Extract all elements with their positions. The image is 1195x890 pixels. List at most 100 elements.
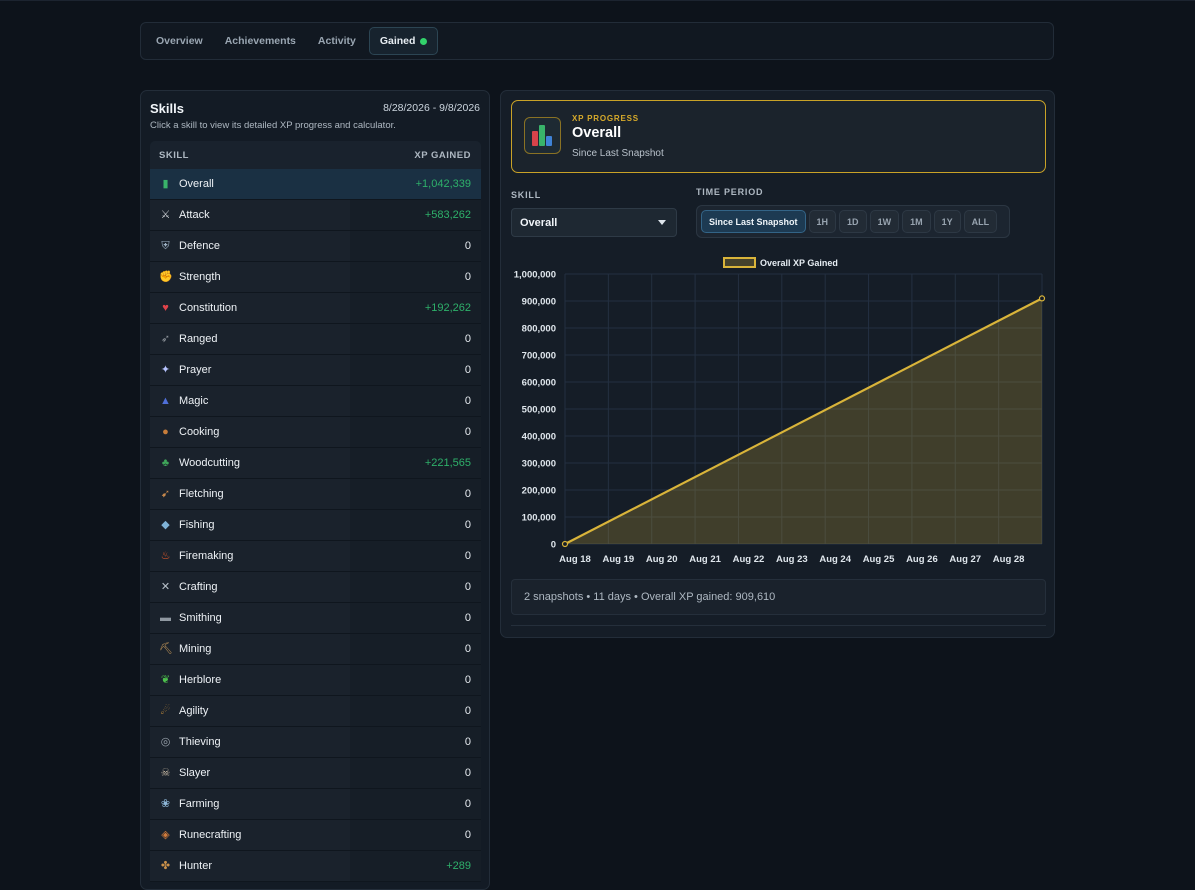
x-tick-label: Aug 26: [906, 554, 938, 565]
column-header-skill: SKILL: [159, 149, 189, 161]
x-tick-label: Aug 21: [689, 554, 721, 565]
skill-row-smithing[interactable]: ▬ Smithing 0: [150, 603, 481, 634]
skill-name: Ranged: [179, 333, 218, 345]
skill-xp-gained: 0: [464, 829, 471, 841]
y-tick-label: 300,000: [522, 459, 556, 470]
skill-name: Overall: [179, 178, 214, 190]
y-tick-label: 0: [551, 540, 556, 551]
skill-name-cell: ◎ Thieving: [159, 736, 221, 749]
xp-kicker: XP PROGRESS: [572, 114, 639, 123]
skill-rows: ▮ Overall +1,042,339 ⚔ Attack +583,262 ⛨ Defenc…: [150, 169, 481, 882]
paw-icon: ✤: [160, 859, 171, 872]
skill-name-cell: ● Cooking: [159, 426, 219, 439]
period-1h-button[interactable]: 1H: [808, 210, 837, 233]
skill-select[interactable]: Overall: [511, 208, 677, 237]
skill-name-cell: ☄ Agility: [159, 704, 209, 718]
skill-name-cell: ✊ Strength: [159, 271, 221, 284]
skills-subtitle: Click a skill to view its detailed XP pr…: [150, 120, 396, 131]
data-point: [561, 540, 569, 548]
skill-row-farming[interactable]: ❀ Farming 0: [150, 789, 481, 820]
skill-row-woodcutting[interactable]: ♣ Woodcutting +221,565: [150, 448, 481, 479]
skill-row-cooking[interactable]: ● Cooking 0: [150, 417, 481, 448]
skill-name-cell: ♥ Constitution: [159, 302, 237, 315]
y-tick-label: 800,000: [522, 324, 556, 335]
skill-name: Strength: [179, 271, 221, 283]
x-tick-label: Aug 20: [646, 554, 678, 565]
skills-title: Skills: [150, 101, 184, 116]
tab-overview[interactable]: Overview: [147, 27, 212, 55]
skill-row-strength[interactable]: ✊ Strength 0: [150, 262, 481, 293]
skill-name-cell: ❦ Herblore: [159, 674, 221, 687]
skill-row-herblore[interactable]: ❦ Herblore 0: [150, 665, 481, 696]
period-all-button[interactable]: ALL: [963, 210, 998, 233]
tab-label: Achievements: [224, 35, 296, 47]
tab-achievements[interactable]: Achievements: [216, 27, 305, 55]
skill-row-mining[interactable]: ⛏ Mining 0: [150, 634, 481, 665]
skill-row-slayer[interactable]: ☠ Slayer 0: [150, 758, 481, 789]
skill-row-defence[interactable]: ⛨ Defence 0: [150, 231, 481, 262]
skill-xp-gained: 0: [464, 271, 471, 283]
skill-xp-gained: 0: [464, 767, 471, 779]
skill-select-value: Overall: [520, 216, 558, 229]
skill-xp-gained: +289: [446, 860, 471, 872]
skill-name: Farming: [179, 798, 220, 810]
y-tick-label: 200,000: [522, 486, 556, 497]
skill-row-firemaking[interactable]: ♨ Firemaking 0: [150, 541, 481, 572]
skill-xp-gained: +1,042,339: [415, 178, 471, 190]
snapshot-summary: 2 snapshots • 11 days • Overall XP gaine…: [511, 579, 1046, 615]
skill-name: Cooking: [179, 426, 220, 438]
chevron-down-icon: [658, 220, 666, 225]
skill-row-runecrafting[interactable]: ◈ Runecrafting 0: [150, 820, 481, 851]
period-1w-button[interactable]: 1W: [869, 210, 900, 233]
skill-name: Fletching: [179, 488, 224, 500]
bar-chart-icon: ▮: [162, 177, 169, 190]
period-1d-button[interactable]: 1D: [839, 210, 867, 233]
skill-row-agility[interactable]: ☄ Agility 0: [150, 696, 481, 727]
skill-row-fletching[interactable]: ➹ Fletching 0: [150, 479, 481, 510]
y-tick-label: 100,000: [522, 513, 556, 524]
skill-name: Fishing: [179, 519, 215, 531]
skill-row-overall[interactable]: ▮ Overall +1,042,339: [150, 169, 481, 200]
time-period-label: TIME PERIOD: [696, 187, 764, 197]
skill-name-cell: ⛏ Mining: [159, 643, 211, 656]
skill-name-cell: ☠ Slayer: [159, 767, 211, 780]
skill-row-thieving[interactable]: ◎ Thieving 0: [150, 727, 481, 758]
skill-row-crafting[interactable]: ✕ Crafting 0: [150, 572, 481, 603]
skill-name-cell: ❀ Farming: [159, 798, 219, 811]
skill-name-cell: ▬ Smithing: [159, 612, 222, 625]
skill-row-fishing[interactable]: ◆ Fishing 0: [150, 510, 481, 541]
mask-icon: ◎: [160, 735, 171, 748]
tree-icon: ♣: [161, 456, 170, 469]
period-1m-button[interactable]: 1M: [902, 210, 931, 233]
table-header: SKILL XP GAINED: [150, 141, 481, 169]
tab-gained[interactable]: Gained: [368, 27, 439, 55]
tab-activity[interactable]: Activity: [309, 27, 365, 55]
skill-row-magic[interactable]: ▲ Magic 0: [150, 386, 481, 417]
skill-xp-gained: 0: [464, 550, 471, 562]
skill-label: SKILL: [511, 190, 541, 200]
skill-xp-gained: 0: [464, 519, 471, 531]
runner-icon: ☄: [160, 704, 171, 717]
period-1y-button[interactable]: 1Y: [933, 210, 961, 233]
fist-icon: ✊: [159, 270, 173, 283]
wizard-hat-icon: ▲: [160, 394, 171, 407]
skill-name: Magic: [179, 395, 209, 407]
skill-name: Agility: [179, 705, 209, 717]
summary-text: 2 snapshots • 11 days • Overall XP gaine…: [524, 591, 776, 603]
skill-name: Herblore: [179, 674, 222, 686]
bar-chart-icon: [524, 117, 561, 154]
period-since-last-snapshot-button[interactable]: Since Last Snapshot: [701, 210, 806, 233]
xp-subtitle: Since Last Snapshot: [572, 148, 664, 159]
skill-name-cell: ✤ Hunter: [159, 860, 212, 873]
divider: [511, 625, 1046, 626]
tab-label: Gained: [379, 35, 416, 47]
x-tick-label: Aug 22: [733, 554, 765, 565]
skill-row-ranged[interactable]: ➶ Ranged 0: [150, 324, 481, 355]
skill-row-constitution[interactable]: ♥ Constitution +192,262: [150, 293, 481, 324]
xp-progress-panel: XP PROGRESS Overall Since Last Snapshot …: [500, 90, 1055, 638]
skill-row-hunter[interactable]: ✤ Hunter +289: [150, 851, 481, 882]
skill-name-cell: ♣ Woodcutting: [159, 457, 240, 470]
skill-row-attack[interactable]: ⚔ Attack +583,262: [150, 200, 481, 231]
fish-icon: ◆: [161, 518, 170, 531]
skill-row-prayer[interactable]: ✦ Prayer 0: [150, 355, 481, 386]
